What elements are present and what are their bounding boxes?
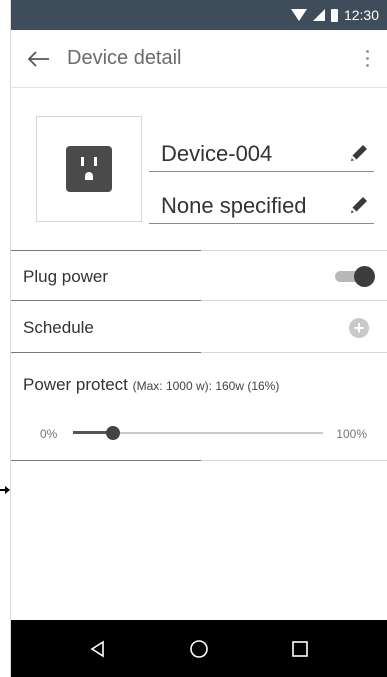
device-name-field: Device-004 <box>149 128 374 172</box>
page-title: Device detail <box>67 47 182 69</box>
system-nav-bar <box>11 620 387 677</box>
power-protect-slider[interactable]: 0% 100% <box>23 423 373 447</box>
schedule-label: Schedule <box>23 318 94 337</box>
slider-thumb[interactable] <box>106 426 120 440</box>
wifi-icon <box>290 9 307 21</box>
slider-min-label: 0% <box>40 427 58 441</box>
app-bar: Device detail <box>11 30 387 88</box>
device-location-field: None specified <box>149 180 374 224</box>
power-protect-detail: (Max: 1000 w): 160w (16%) <box>132 379 280 393</box>
phone-screen: 12:30 Device detail Device-004 None spec… <box>10 0 387 677</box>
schedule-row[interactable]: Schedule + <box>11 300 387 352</box>
plug-power-label: Plug power <box>23 267 109 286</box>
divider <box>11 460 387 461</box>
power-protect-row: Power protect (Max: 1000 w): 160w (16%) … <box>11 352 387 460</box>
status-time: 12:30 <box>343 7 379 23</box>
plug-power-toggle[interactable] <box>335 266 375 287</box>
add-circle-icon[interactable]: + <box>349 318 369 338</box>
more-vert-icon[interactable] <box>347 30 387 88</box>
slider-max-label: 100% <box>336 427 367 441</box>
back-arrow-icon[interactable] <box>11 30 67 88</box>
battery-icon <box>330 8 338 22</box>
signal-icon <box>312 9 325 21</box>
plug-power-row: Plug power <box>11 250 387 300</box>
power-protect-label: Power protect (Max: 1000 w): 160w (16%) <box>23 375 280 394</box>
recents-square-icon[interactable] <box>280 629 320 669</box>
power-outlet-icon <box>66 146 112 192</box>
home-circle-icon[interactable] <box>179 629 219 669</box>
edit-name-pencil-icon[interactable] <box>344 135 374 171</box>
pointer-arrow-icon <box>0 485 10 495</box>
device-card: Device-004 None specified <box>11 88 387 250</box>
status-bar: 12:30 <box>11 0 387 30</box>
edit-location-pencil-icon[interactable] <box>344 187 374 223</box>
device-name: Device-004 <box>161 141 273 166</box>
device-location: None specified <box>161 193 307 218</box>
device-image <box>36 116 142 222</box>
back-triangle-icon[interactable] <box>78 629 118 669</box>
